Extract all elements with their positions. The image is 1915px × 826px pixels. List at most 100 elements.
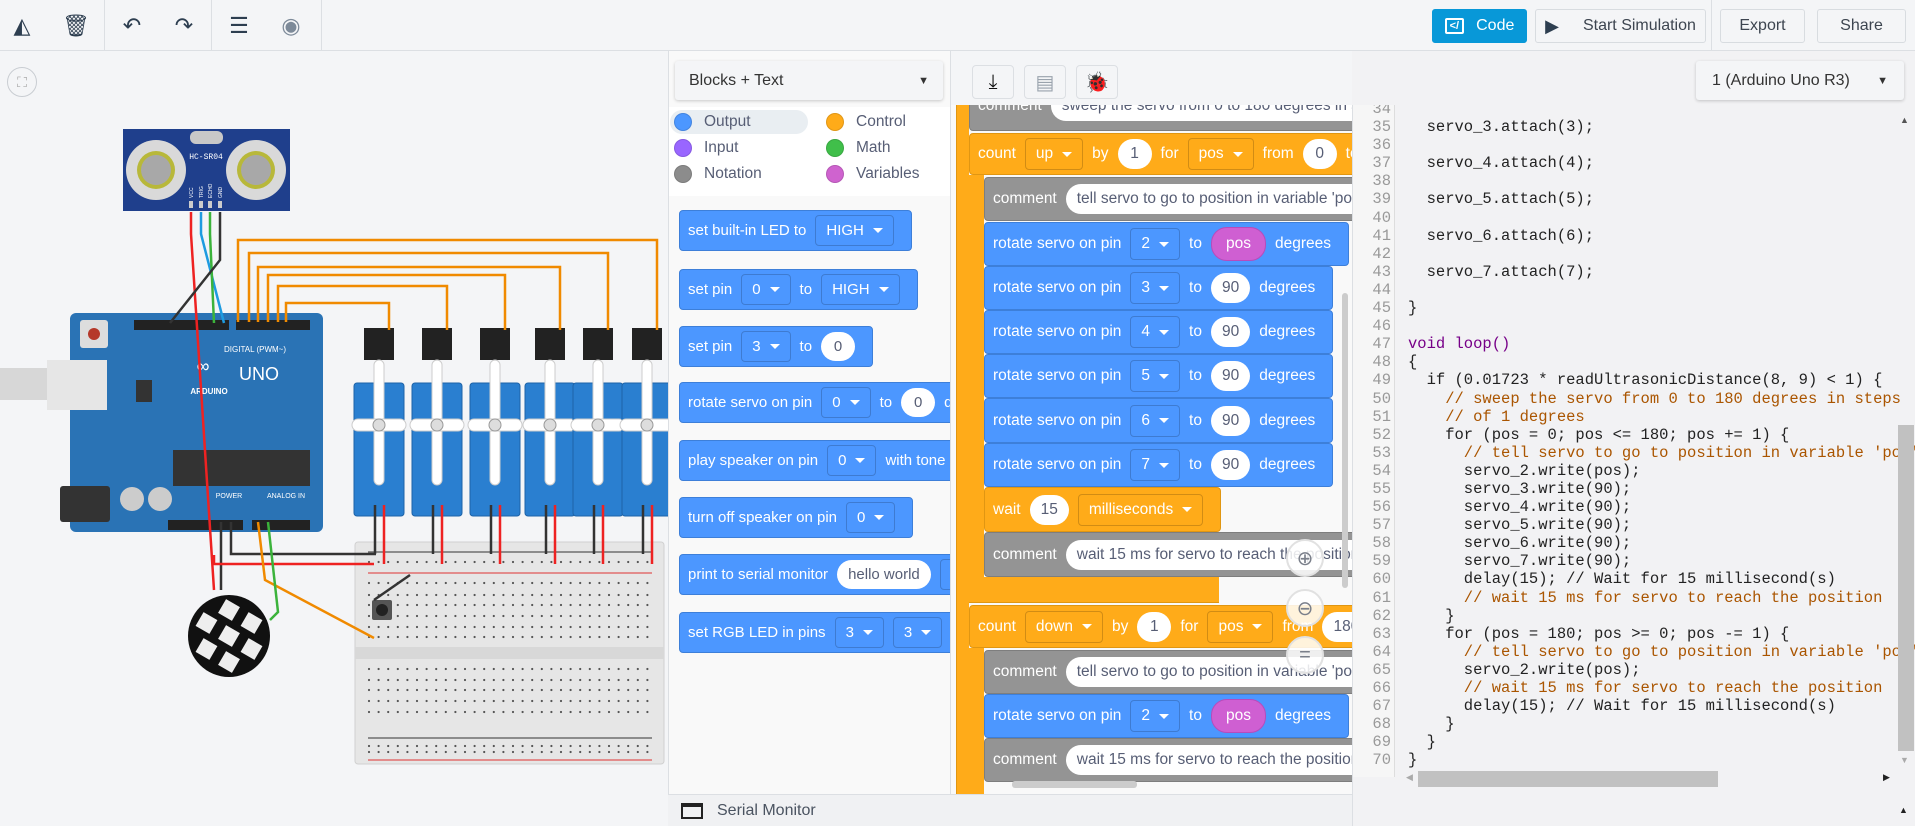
block-dropdown[interactable]: 7 <box>1130 449 1181 481</box>
servo-motor[interactable] <box>409 328 465 517</box>
block-dropdown[interactable]: 4 <box>1130 316 1181 348</box>
workspace-block[interactable]: rotate servo on pin 2 to pos degrees <box>984 222 1349 266</box>
block-dropdown[interactable]: 3 <box>892 617 943 648</box>
block-input[interactable]: 1 <box>1137 611 1172 642</box>
scroll-left-arrow[interactable]: ◀ <box>1406 772 1413 783</box>
palette-block[interactable]: set RGB LED in pins333 <box>679 612 950 653</box>
visibility-icon[interactable]: ◉ <box>277 12 305 40</box>
block-input[interactable]: 0 <box>821 332 856 361</box>
servo-motor[interactable] <box>522 328 578 517</box>
category-output[interactable]: Output <box>670 110 808 134</box>
servo-motor[interactable] <box>467 328 523 517</box>
block-input[interactable]: hello world <box>837 560 931 589</box>
block-input[interactable]: 0 <box>1302 139 1337 169</box>
workspace-block[interactable]: comment tell servo to go to position in v… <box>984 177 1352 221</box>
download-button[interactable]: ⤓ <box>972 65 1014 99</box>
zoom-reset-button[interactable]: = <box>1286 636 1324 674</box>
block-dropdown[interactable]: down <box>1024 610 1103 643</box>
breadboard[interactable] <box>354 541 665 765</box>
share-button[interactable]: Share <box>1817 9 1906 43</box>
debug-button[interactable]: 🐞 <box>1076 65 1118 99</box>
neopixel-ring[interactable] <box>188 595 270 677</box>
trash-icon[interactable]: 🗑 <box>62 12 90 40</box>
scroll-down-arrow[interactable]: ▼ <box>1900 755 1909 765</box>
block-dropdown[interactable]: pos <box>1207 610 1274 643</box>
category-input[interactable]: Input <box>670 136 738 160</box>
export-button[interactable]: Export <box>1720 9 1805 43</box>
block-input[interactable]: sweep the servo from 0 to 180 degrees in… <box>1050 105 1352 121</box>
workspace-block[interactable]: rotate servo on pin 3 to 90 degrees <box>984 266 1334 310</box>
servo-motor[interactable] <box>351 328 407 517</box>
block-input[interactable]: 90 <box>1210 273 1251 303</box>
library-button[interactable]: ▤ <box>1024 65 1066 99</box>
category-notation[interactable]: Notation <box>670 162 762 186</box>
undo-icon[interactable]: ↶ <box>118 12 146 40</box>
block-dropdown[interactable]: HIGH <box>821 274 900 305</box>
workspace-block[interactable]: comment sweep the servo from 0 to 180 deg… <box>969 105 1352 131</box>
scroll-up-arrow[interactable]: ▲ <box>1900 115 1909 125</box>
block-dropdown[interactable]: pos <box>1187 138 1254 170</box>
block-dropdown[interactable]: 2 <box>1130 700 1181 732</box>
workspace-block[interactable]: countupby1forposfrom0to180 <box>969 133 1352 175</box>
palette-block[interactable]: turn off speaker on pin 0 <box>679 497 914 538</box>
palette-block[interactable]: rotate servo on pin0to0degrees <box>679 382 950 423</box>
block-input[interactable]: 180 <box>1322 611 1352 642</box>
block-dropdown[interactable]: 3 <box>834 617 884 648</box>
palette-block[interactable]: set pin 3 to 0 <box>679 326 874 367</box>
serial-monitor-toggle[interactable]: Serial Monitor <box>668 794 1352 826</box>
block-dropdown[interactable]: with <box>939 559 950 590</box>
palette-block[interactable]: print to serial monitor hello world with <box>679 554 950 595</box>
arduino-uno-board[interactable]: DIGITAL (PWM~) UNO ARDUINO ∞ POWER ANALO… <box>47 313 323 532</box>
panel-collapse-arrow[interactable]: ▲ <box>1899 805 1908 815</box>
workspace-horizontal-scrollbar[interactable] <box>1012 781 1137 788</box>
circuit-canvas[interactable]: DIGITAL (PWM~) UNO ARDUINO ∞ POWER ANALO… <box>0 51 668 826</box>
workspace-block[interactable]: rotate servo on pin 6 to 90 degrees <box>984 398 1334 443</box>
block-input[interactable]: 90 <box>1210 361 1251 391</box>
rotate-icon[interactable]: ◭ <box>8 12 36 40</box>
block-dropdown[interactable]: 3 <box>741 331 791 362</box>
zoom-out-button[interactable]: ⊖ <box>1286 589 1324 627</box>
block-dropdown[interactable]: 2 <box>1130 228 1181 260</box>
scroll-right-arrow[interactable]: ▶ <box>1883 772 1890 783</box>
block-dropdown[interactable]: 0 <box>827 445 877 476</box>
workspace-block[interactable]: rotate servo on pin 5 to 90 degrees <box>984 354 1334 398</box>
servo-motor[interactable] <box>570 328 626 517</box>
block-input[interactable]: 90 <box>1210 450 1251 480</box>
blocks-workspace[interactable]: comment sweep the servo from 0 to 180 deg… <box>950 105 1352 794</box>
palette-block[interactable]: set pin 0 to HIGH <box>679 269 918 310</box>
block-input[interactable]: 15 <box>1029 494 1069 525</box>
workspace-vertical-scrollbar[interactable] <box>1342 293 1348 588</box>
ultrasonic-sensor[interactable]: HC-SR04 VCC TRIG ECHO GND <box>123 129 290 211</box>
workspace-block[interactable]: wait 15 milliseconds <box>984 487 1222 532</box>
category-math[interactable]: Math <box>822 136 890 160</box>
block-input[interactable]: 0 <box>901 388 936 417</box>
fit-to-view-button[interactable]: ⛶ <box>7 67 37 97</box>
block-input[interactable]: wait 15 ms for servo to reach the positi… <box>1065 745 1352 775</box>
zoom-in-button[interactable]: ⊕ <box>1286 539 1324 577</box>
variable-reporter[interactable]: pos <box>1210 699 1266 733</box>
code-button[interactable]: </ Code <box>1432 9 1527 43</box>
servo-motor[interactable] <box>619 328 668 517</box>
workspace-block[interactable]: comment wait 15 ms for servo to reach the… <box>984 738 1352 782</box>
redo-icon[interactable]: ↷ <box>170 12 198 40</box>
code-mode-dropdown[interactable]: Blocks + Text ▼ <box>675 61 943 100</box>
notes-icon[interactable]: ☰ <box>225 12 253 40</box>
block-dropdown[interactable]: 0 <box>821 387 871 418</box>
code-editor[interactable]: 34 35 servo_3.attach(3); 36 37 servo_4.atta… <box>1352 105 1915 826</box>
block-input[interactable]: 90 <box>1210 405 1251 436</box>
workspace-block[interactable]: rotate servo on pin 2 to pos degrees <box>984 694 1349 738</box>
block-dropdown[interactable]: 0 <box>846 502 896 533</box>
block-dropdown[interactable]: 5 <box>1130 360 1181 392</box>
block-input[interactable]: 1 <box>1117 139 1152 169</box>
workspace-block[interactable]: rotate servo on pin 4 to 90 degrees <box>984 310 1334 354</box>
code-vertical-scrollbar[interactable] <box>1898 425 1914 751</box>
block-dropdown[interactable]: HIGH <box>815 215 894 246</box>
palette-block[interactable]: play speaker on pin0with tone60 <box>679 440 950 481</box>
device-dropdown[interactable]: 1 (Arduino Uno R3) ▼ <box>1696 61 1904 100</box>
variable-reporter[interactable]: pos <box>1210 227 1266 261</box>
block-dropdown[interactable]: 0 <box>741 274 791 305</box>
palette-block[interactable]: set built-in LED to HIGH <box>679 210 912 251</box>
block-dropdown[interactable]: 3 <box>1130 272 1181 304</box>
start-simulation-button[interactable]: ▶ Start Simulation <box>1535 9 1706 43</box>
category-variables[interactable]: Variables <box>822 162 919 186</box>
